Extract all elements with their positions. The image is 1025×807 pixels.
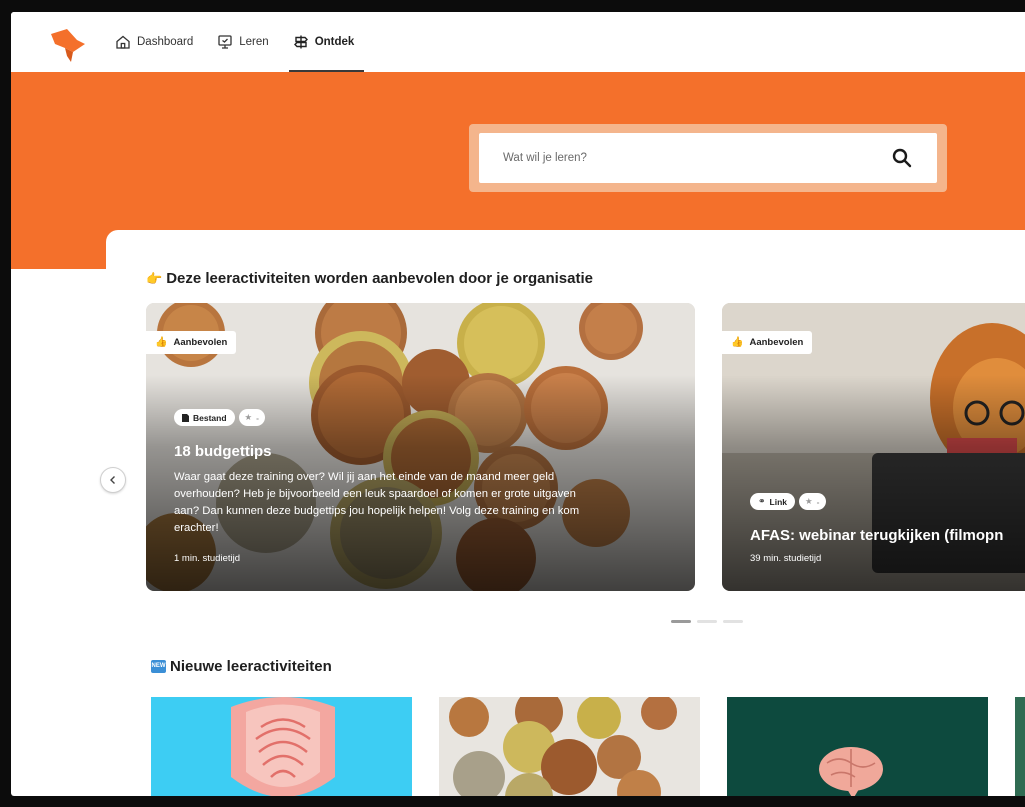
card-duration: 39 min. studietijd [750,553,822,564]
carousel-dot[interactable] [697,620,717,623]
thumbs-up-icon: 👍 [731,337,744,348]
type-chip: ⚭ Link [750,493,796,510]
rating-value: - [816,496,820,507]
recommended-badge-label: Aanbevolen [749,337,804,348]
carousel-pagination [671,620,743,623]
card-title: AFAS: webinar terugkijken (filmopn [750,527,1004,544]
card-description: Waar gaat deze training over? Wil jij aa… [174,471,580,534]
activity-tile[interactable] [151,697,412,796]
section-title-recommended: 👉 Deze leeractiviteiten worden aanbevole… [146,270,593,287]
activity-tile[interactable] [1015,697,1025,796]
home-icon [116,35,130,49]
type-chip: Bestand [174,409,235,426]
nav-item-ontdek[interactable]: Ontdek [283,12,365,72]
top-navigation: Dashboard Leren Ontdek [11,12,1025,72]
rating-chip: ★ - [799,493,826,510]
card-chips: Bestand ★ - [174,409,266,426]
activity-card[interactable]: 👍 Aanbevolen Bestand ★ - 18 budgettips W… [146,303,695,591]
star-icon: ★ [805,496,813,506]
carousel-dot[interactable] [671,620,691,623]
activity-tile[interactable] [439,697,700,796]
carousel-prev-button[interactable] [100,467,126,493]
activity-tile[interactable] [727,697,988,796]
search-container [469,124,947,192]
brain-image [819,747,883,796]
nav-label-leren: Leren [239,36,269,48]
new-icon: NEW [151,660,166,673]
fingerprint-image [231,697,335,796]
recommended-badge-label: Aanbevolen [173,337,228,348]
rating-value: - [256,412,260,423]
carousel-dot[interactable] [723,620,743,623]
coins-image [439,697,700,796]
thumbs-up-icon: 👍 [155,337,168,348]
chevron-left-icon [110,476,115,484]
file-icon [182,413,189,422]
section-title-new: NEW Nieuwe leeractiviteiten [151,658,332,675]
section-title-recommended-text: Deze leeractiviteiten worden aanbevolen … [166,270,593,287]
recommended-badge: 👍 Aanbevolen [722,331,813,354]
type-chip-label: Link [769,496,788,507]
nav-item-dashboard[interactable]: Dashboard [105,12,203,72]
main-nav: Dashboard Leren Ontdek [105,12,364,72]
card-title: 18 budgettips [174,443,272,460]
type-chip-label: Bestand [193,412,227,423]
rating-chip: ★ - [238,409,266,426]
star-icon: ★ [244,412,253,422]
link-icon: ⚭ [758,496,766,506]
activity-card[interactable]: 👍 Aanbevolen ⚭ Link ★ - AFAS: webinar te… [722,303,1025,591]
pointing-hand-icon: 👉 [146,270,163,286]
section-title-new-text: Nieuwe leeractiviteiten [170,658,332,675]
monitor-icon [218,35,232,49]
app-window: Dashboard Leren Ontdek Wat wil je leren?… [11,12,1025,796]
nav-label-dashboard: Dashboard [137,36,194,48]
nav-item-leren[interactable]: Leren [207,12,278,72]
nav-label-ontdek: Ontdek [314,36,355,48]
recommended-badge: 👍 Aanbevolen [146,331,237,354]
card-duration: 1 min. studietijd [174,553,241,564]
company-logo[interactable] [47,26,87,64]
search-box [479,133,937,183]
search-icon[interactable] [891,147,913,169]
search-input[interactable] [503,152,891,164]
card-chips: ⚭ Link ★ - [750,493,826,510]
signpost-icon [293,35,308,49]
